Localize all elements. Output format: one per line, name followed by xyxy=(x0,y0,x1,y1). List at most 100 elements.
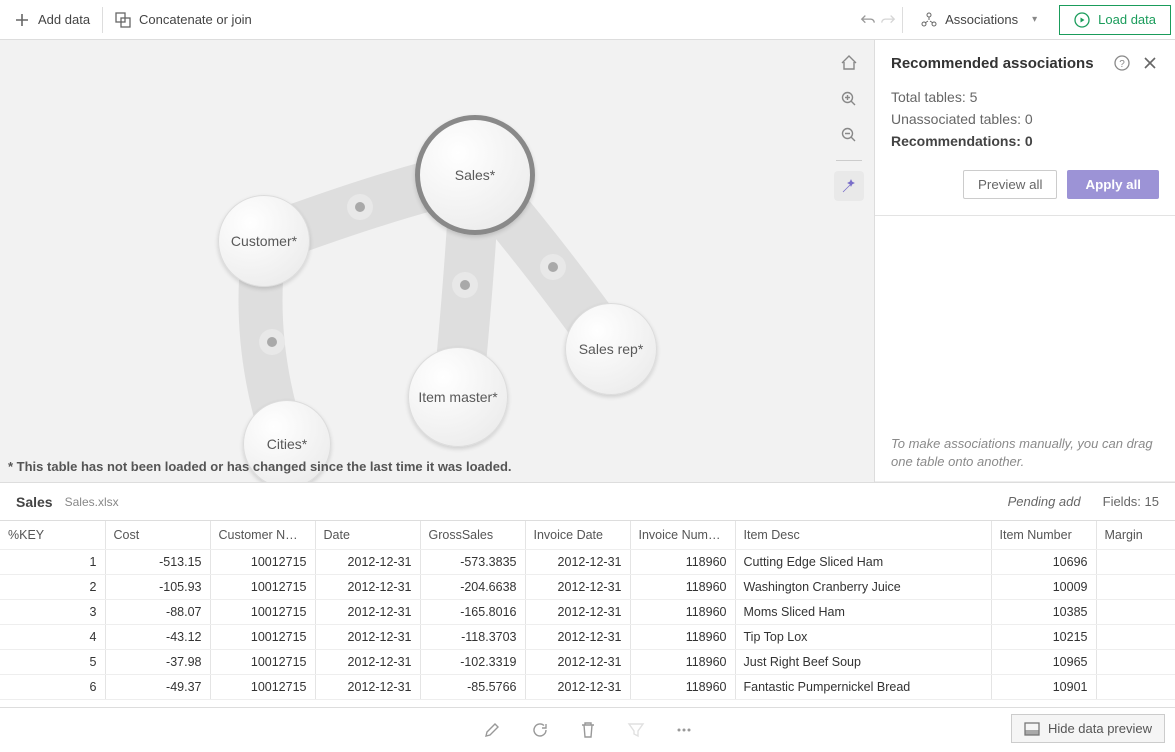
home-icon[interactable] xyxy=(834,48,864,78)
help-icon[interactable]: ? xyxy=(1113,54,1131,72)
table-row[interactable]: 1-513.15100127152012-12-31-573.38352012-… xyxy=(0,549,1175,574)
table-cell: 118960 xyxy=(630,674,735,699)
node-sales[interactable]: Sales* xyxy=(415,115,535,235)
table-cell: 2012-12-31 xyxy=(525,549,630,574)
table-cell: Tip Top Lox xyxy=(735,624,991,649)
table-cell: 118960 xyxy=(630,624,735,649)
undo-icon[interactable] xyxy=(860,12,876,28)
play-circle-icon xyxy=(1074,12,1090,28)
table-cell: 10012715 xyxy=(210,549,315,574)
svg-text:?: ? xyxy=(1119,59,1125,70)
table-cell: -88.07 xyxy=(105,599,210,624)
node-item-master[interactable]: Item master* xyxy=(408,347,508,447)
table-row[interactable]: 2-105.93100127152012-12-31-204.66382012-… xyxy=(0,574,1175,599)
table-cell: 2 xyxy=(0,574,105,599)
zoom-in-icon[interactable] xyxy=(834,84,864,114)
table-cell: Just Right Beef Soup xyxy=(735,649,991,674)
add-data-button[interactable]: Add data xyxy=(4,6,100,34)
table-cell: 10012715 xyxy=(210,599,315,624)
concatenate-icon xyxy=(115,12,131,28)
table-cell: 10012715 xyxy=(210,674,315,699)
table-cell: 118960 xyxy=(630,649,735,674)
preview-header: Sales Sales.xlsx Pending add Fields: 15 xyxy=(0,482,1175,520)
magic-wand-icon[interactable] xyxy=(834,171,864,201)
table-cell: 118960 xyxy=(630,549,735,574)
table-cell: -102.3319 xyxy=(420,649,525,674)
table-cell: 2012-12-31 xyxy=(525,574,630,599)
table-cell: 2012-12-31 xyxy=(315,599,420,624)
table-cell: 2012-12-31 xyxy=(315,624,420,649)
column-header[interactable]: Cost xyxy=(105,521,210,549)
column-header[interactable]: Item Desc xyxy=(735,521,991,549)
node-sales-rep[interactable]: Sales rep* xyxy=(565,303,657,395)
hide-data-preview-button[interactable]: Hide data preview xyxy=(1011,714,1165,743)
table-cell: 10901 xyxy=(991,674,1096,699)
table-cell: Moms Sliced Ham xyxy=(735,599,991,624)
table-cell: 2012-12-31 xyxy=(315,574,420,599)
reload-icon[interactable] xyxy=(530,720,550,740)
redo-icon[interactable] xyxy=(880,12,896,28)
table-cell: -573.3835 xyxy=(420,549,525,574)
recommendations-panel: Recommended associations ? Total tables:… xyxy=(875,40,1175,482)
table-cell: -513.15 xyxy=(105,549,210,574)
filter-icon[interactable] xyxy=(626,720,646,740)
data-preview-grid[interactable]: %KEYCostCustomer N…DateGrossSalesInvoice… xyxy=(0,520,1175,707)
column-header[interactable]: Invoice Num… xyxy=(630,521,735,549)
association-joint[interactable] xyxy=(452,272,478,298)
table-cell: 5 xyxy=(0,649,105,674)
preview-status: Pending add xyxy=(1008,494,1081,509)
delete-icon[interactable] xyxy=(578,720,598,740)
table-cell: -37.98 xyxy=(105,649,210,674)
column-header[interactable]: %KEY xyxy=(0,521,105,549)
zoom-out-icon[interactable] xyxy=(834,120,864,150)
column-header[interactable]: GrossSales xyxy=(420,521,525,549)
node-customer[interactable]: Customer* xyxy=(218,195,310,287)
table-cell: 118960 xyxy=(630,599,735,624)
table-cell: 2012-12-31 xyxy=(525,624,630,649)
table-cell: 10012715 xyxy=(210,574,315,599)
table-cell: -105.93 xyxy=(105,574,210,599)
column-header[interactable]: Customer N… xyxy=(210,521,315,549)
association-joint[interactable] xyxy=(259,329,285,355)
edit-icon[interactable] xyxy=(482,720,502,740)
table-cell xyxy=(1096,549,1175,574)
table-cell: 118960 xyxy=(630,574,735,599)
apply-all-button[interactable]: Apply all xyxy=(1067,170,1159,199)
add-data-label: Add data xyxy=(38,12,90,27)
table-row[interactable]: 5-37.98100127152012-12-31-102.33192012-1… xyxy=(0,649,1175,674)
table-cell: 4 xyxy=(0,624,105,649)
association-canvas[interactable]: Sales* Customer* Cities* Item master* Sa… xyxy=(0,40,875,482)
more-icon[interactable] xyxy=(674,720,694,740)
table-row[interactable]: 3-88.07100127152012-12-31-165.80162012-1… xyxy=(0,599,1175,624)
panel-title: Recommended associations xyxy=(891,55,1094,72)
association-joint[interactable] xyxy=(540,254,566,280)
close-icon[interactable] xyxy=(1141,54,1159,72)
table-cell: Washington Cranberry Juice xyxy=(735,574,991,599)
association-joint[interactable] xyxy=(347,194,373,220)
canvas-footnote: * This table has not been loaded or has … xyxy=(8,459,512,474)
table-cell: 2012-12-31 xyxy=(315,649,420,674)
table-cell: 2012-12-31 xyxy=(525,599,630,624)
table-cell: 10215 xyxy=(991,624,1096,649)
table-cell: 10012715 xyxy=(210,649,315,674)
preview-table-name: Sales xyxy=(16,494,53,510)
table-cell: 6 xyxy=(0,674,105,699)
preview-all-button[interactable]: Preview all xyxy=(963,170,1057,199)
concatenate-label: Concatenate or join xyxy=(139,12,252,27)
table-row[interactable]: 4-43.12100127152012-12-31-118.37032012-1… xyxy=(0,624,1175,649)
table-cell: 2012-12-31 xyxy=(525,649,630,674)
table-row[interactable]: 6-49.37100127152012-12-31-85.57662012-12… xyxy=(0,674,1175,699)
table-cell: -165.8016 xyxy=(420,599,525,624)
column-header[interactable]: Date xyxy=(315,521,420,549)
associations-dropdown[interactable]: Associations ▾ xyxy=(909,6,1049,34)
table-cell: 3 xyxy=(0,599,105,624)
table-cell: 2012-12-31 xyxy=(315,674,420,699)
table-cell: Fantastic Pumpernickel Bread xyxy=(735,674,991,699)
concatenate-button[interactable]: Concatenate or join xyxy=(105,6,262,34)
column-header[interactable]: Item Number xyxy=(991,521,1096,549)
column-header[interactable]: Invoice Date xyxy=(525,521,630,549)
top-toolbar: Add data Concatenate or join Association… xyxy=(0,0,1175,40)
load-data-button[interactable]: Load data xyxy=(1059,5,1171,35)
column-header[interactable]: Margin xyxy=(1096,521,1175,549)
associations-icon xyxy=(921,12,937,28)
